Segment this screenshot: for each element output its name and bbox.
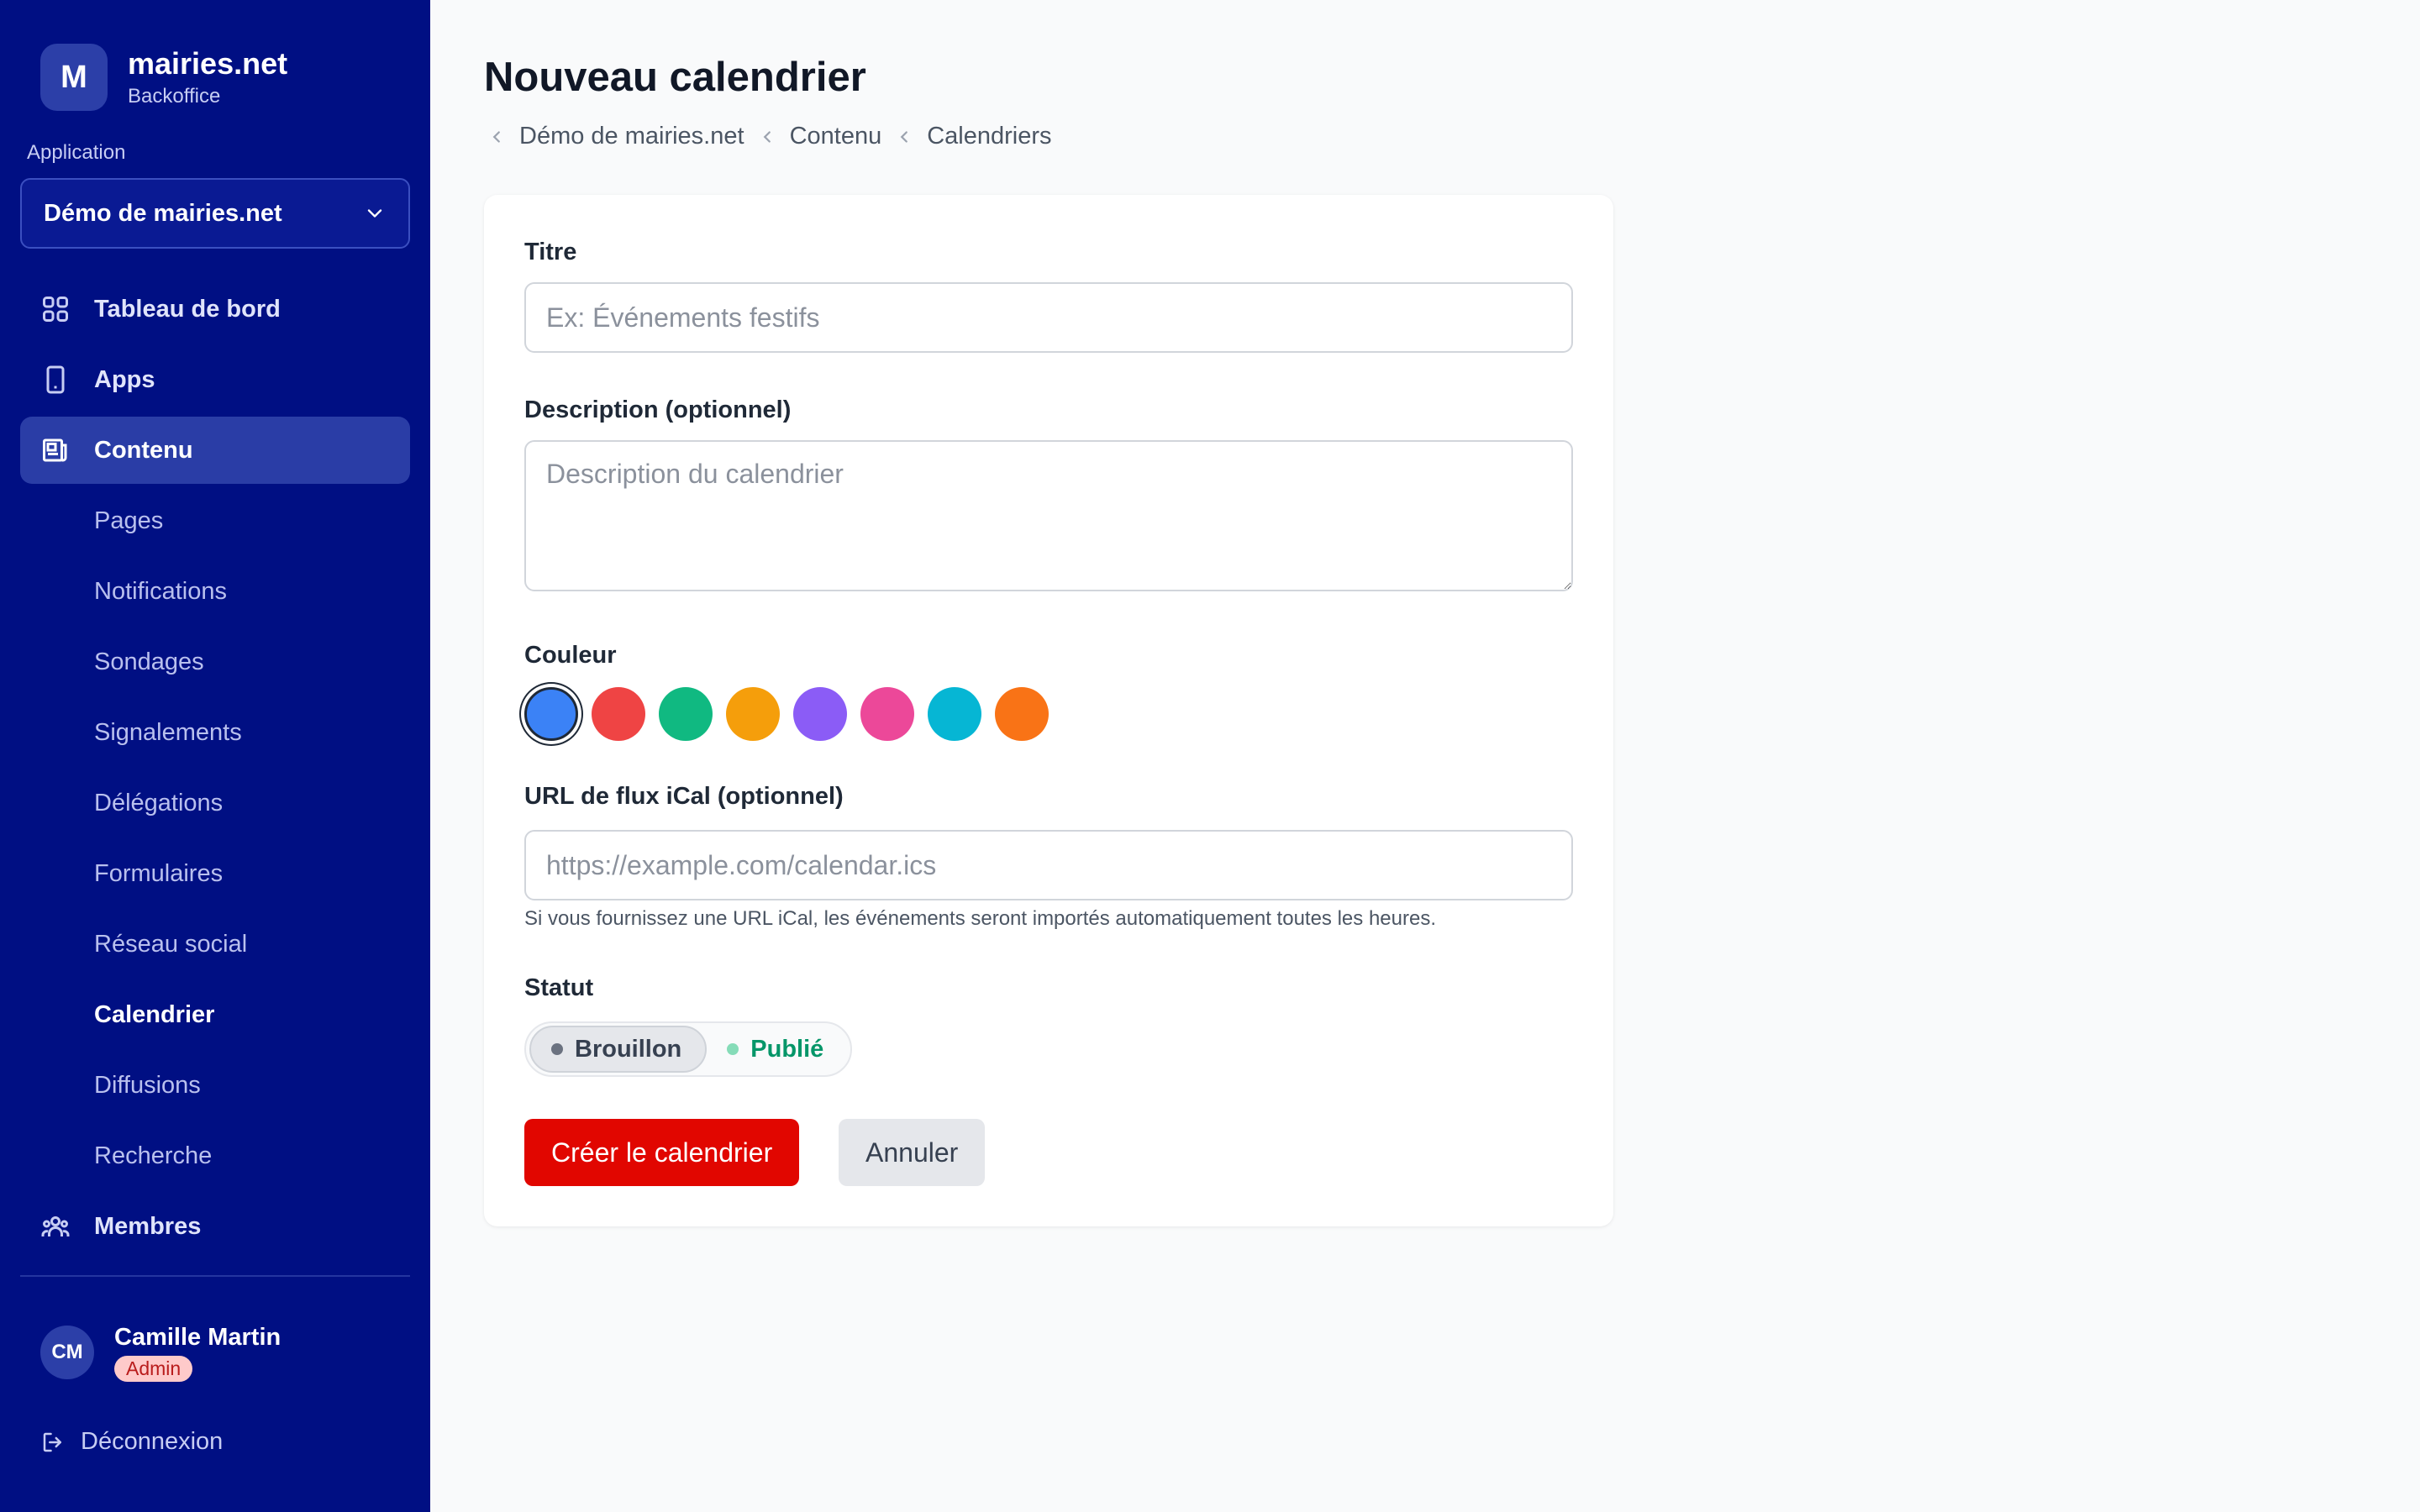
color-swatch-7[interactable] (928, 687, 981, 741)
sidebar-subitem-notifications[interactable]: Notifications (20, 558, 410, 625)
title-label: Titre (524, 239, 577, 265)
sidebar-subitem-delegations[interactable]: Délégations (20, 769, 410, 837)
color-swatch-2[interactable] (592, 687, 645, 741)
ical-hint: Si vous fournissez une URL iCal, les évé… (524, 907, 1436, 930)
ical-url-input[interactable] (524, 830, 1573, 900)
sidebar-subitem-pages[interactable]: Pages (20, 487, 410, 554)
users-icon (41, 1216, 70, 1236)
chevron-left-icon (763, 130, 771, 143)
cancel-button[interactable]: Annuler (839, 1119, 986, 1186)
color-swatch-4[interactable] (726, 687, 780, 741)
status-dot (551, 1043, 563, 1055)
avatar: CM (40, 1325, 94, 1379)
sidebar-subitem-broadcasts[interactable]: Diffusions (20, 1052, 410, 1119)
breadcrumb-link-app[interactable]: Démo de mairies.net (519, 123, 744, 150)
sidebar-item-label: Membres (94, 1212, 202, 1240)
color-swatch-6[interactable] (860, 687, 914, 741)
app-selector-value: Démo de mairies.net (44, 199, 282, 227)
create-calendar-button[interactable]: Créer le calendrier (524, 1119, 800, 1186)
user-profile: CM Camille Martin Admin (40, 1322, 281, 1382)
phone-icon (46, 365, 65, 394)
status-option-published[interactable]: Publié (707, 1026, 847, 1073)
color-swatch-1[interactable] (524, 687, 578, 741)
description-input[interactable] (524, 440, 1573, 591)
chevron-left-icon (900, 130, 908, 143)
sidebar: M mairies.net Backoffice Application Dém… (0, 0, 430, 1512)
brand-name: mairies.net (128, 46, 288, 81)
logout-icon (43, 1432, 61, 1452)
sidebar-item-dashboard[interactable]: Tableau de bord (20, 276, 410, 343)
color-swatch-5[interactable] (793, 687, 847, 741)
logout-button[interactable]: Déconnexion (40, 1428, 223, 1456)
sidebar-divider (20, 1275, 410, 1277)
sidebar-item-members[interactable]: Membres (20, 1193, 410, 1260)
breadcrumb: Démo de mairies.net Contenu Calendriers (484, 123, 1052, 150)
color-picker (524, 687, 1062, 741)
sidebar-item-content[interactable]: Contenu (20, 417, 410, 484)
app-selector-label: Application (27, 141, 126, 164)
brand-logo: M (40, 44, 108, 111)
status-dot (727, 1043, 739, 1055)
sidebar-subitem-social-network[interactable]: Réseau social (20, 911, 410, 978)
status-option-draft[interactable]: Brouillon (529, 1026, 708, 1073)
breadcrumb-link-calendars[interactable]: Calendriers (927, 123, 1051, 150)
sidebar-subitem-forms[interactable]: Formulaires (20, 840, 410, 907)
sidebar-item-label: Tableau de bord (94, 295, 281, 323)
color-label: Couleur (524, 642, 617, 669)
status-option-label: Brouillon (575, 1035, 682, 1063)
color-swatch-8[interactable] (995, 687, 1049, 741)
title-input[interactable] (524, 282, 1573, 353)
ical-label: URL de flux iCal (optionnel) (524, 783, 844, 810)
status-label: Statut (524, 974, 594, 1001)
sidebar-nav: Tableau de bord Apps Contenu Pages Notif… (20, 276, 410, 1263)
status-toggle: Brouillon Publié (524, 1021, 853, 1077)
breadcrumb-link-content[interactable]: Contenu (790, 123, 882, 150)
user-name: Camille Martin (114, 1324, 281, 1351)
role-badge: Admin (114, 1356, 193, 1382)
calendar-form: Titre Description (optionnel) Couleur UR… (484, 195, 1613, 1226)
logout-label: Déconnexion (81, 1428, 224, 1455)
page-title: Nouveau calendrier (484, 55, 866, 100)
grid-icon (43, 297, 68, 322)
newspaper-icon (43, 438, 67, 462)
chevron-down-icon (367, 209, 382, 218)
sidebar-item-label: Apps (94, 365, 155, 393)
brand: M mairies.net Backoffice (40, 44, 287, 111)
sidebar-item-label: Contenu (94, 436, 193, 464)
sidebar-subitem-polls[interactable]: Sondages (20, 628, 410, 696)
description-label: Description (optionnel) (524, 396, 792, 423)
sidebar-subitem-search[interactable]: Recherche (20, 1122, 410, 1189)
chevron-left-icon (492, 130, 500, 143)
sidebar-subitem-reports[interactable]: Signalements (20, 699, 410, 766)
app-selector[interactable]: Démo de mairies.net (20, 178, 410, 249)
sidebar-item-apps[interactable]: Apps (20, 346, 410, 413)
status-option-label: Publié (750, 1035, 824, 1063)
color-swatch-3[interactable] (659, 687, 713, 741)
brand-subtitle: Backoffice (128, 85, 221, 108)
sidebar-subitem-calendar[interactable]: Calendrier (20, 981, 410, 1048)
